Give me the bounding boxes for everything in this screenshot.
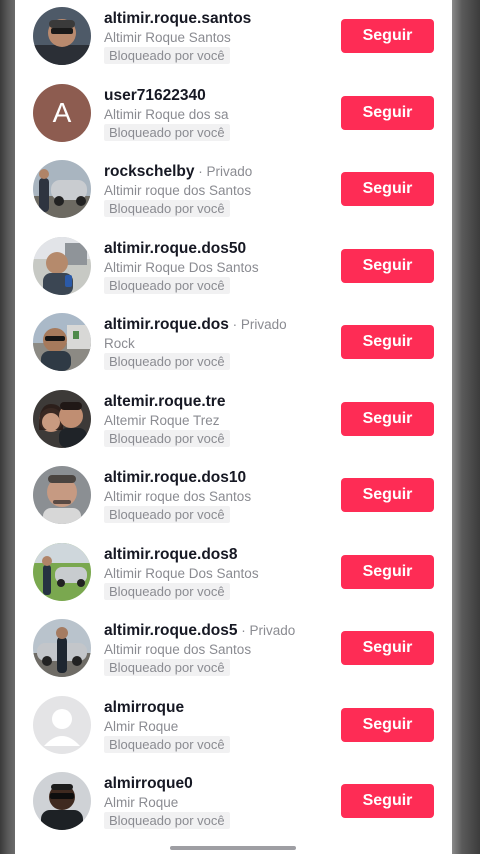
full-name: Altimir Roque dos sa	[104, 107, 229, 122]
follow-button[interactable]: Seguir	[341, 631, 434, 665]
blocked-badge: Bloqueado por você	[104, 583, 230, 600]
follow-button[interactable]: Seguir	[341, 96, 434, 130]
blocked-badge: Bloqueado por você	[104, 506, 230, 523]
username[interactable]: altimir.roque.dos5 · Privado	[104, 622, 295, 640]
avatar[interactable]	[33, 543, 91, 601]
follow-button[interactable]: Seguir	[341, 172, 434, 206]
username[interactable]: rockschelby · Privado	[104, 163, 252, 181]
list-item[interactable]: altimir.roque.dos · Privado Rock Bloquea…	[15, 305, 452, 381]
avatar[interactable]	[33, 619, 91, 677]
follow-button[interactable]: Seguir	[341, 478, 434, 512]
username[interactable]: altimir.roque.dos50	[104, 240, 246, 258]
username[interactable]: altimir.roque.dos8	[104, 546, 238, 564]
full-name: Altemir Roque Trez	[104, 413, 220, 428]
blocked-badge: Bloqueado por você	[104, 47, 230, 64]
default-person-icon	[33, 696, 91, 754]
blocked-badge: Bloqueado por você	[104, 200, 230, 217]
blocked-badge: Bloqueado por você	[104, 353, 230, 370]
avatar[interactable]	[33, 466, 91, 524]
list-item[interactable]: altimir.roque.dos5 · Privado Altimir roq…	[15, 611, 452, 687]
avatar[interactable]	[33, 7, 91, 65]
blocked-badge: Bloqueado por você	[104, 124, 230, 141]
avatar[interactable]	[33, 390, 91, 448]
avatar[interactable]	[33, 696, 91, 754]
avatar[interactable]	[33, 772, 91, 830]
username[interactable]: almirroque	[104, 699, 184, 717]
list-item[interactable]: A user71622340 Altimir Roque dos sa Bloq…	[15, 76, 452, 152]
list-item[interactable]: altimir.roque.santos Altimir Roque Santo…	[15, 0, 452, 75]
follow-button[interactable]: Seguir	[341, 249, 434, 283]
username[interactable]: altimir.roque.dos10	[104, 469, 246, 487]
follow-button[interactable]: Seguir	[341, 784, 434, 818]
full-name: Altimir roque dos Santos	[104, 642, 252, 657]
follow-button[interactable]: Seguir	[341, 708, 434, 742]
blocked-badge: Bloqueado por você	[104, 736, 230, 753]
follow-button[interactable]: Seguir	[341, 402, 434, 436]
full-name: Altimir roque dos Santos	[104, 489, 252, 504]
avatar[interactable]	[33, 313, 91, 371]
username[interactable]: almirroque0	[104, 775, 193, 793]
follow-button[interactable]: Seguir	[341, 19, 434, 53]
full-name: Almir Roque	[104, 719, 179, 734]
list-item[interactable]: almirroque0 Almir Roque Bloqueado por vo…	[15, 764, 452, 840]
home-indicator[interactable]	[170, 846, 296, 850]
blocked-badge: Bloqueado por você	[104, 430, 230, 447]
list-item[interactable]: rockschelby · Privado Altimir roque dos …	[15, 152, 452, 228]
avatar[interactable]: A	[33, 84, 91, 142]
blocked-badge: Bloqueado por você	[104, 812, 230, 829]
list-item[interactable]: altimir.roque.dos50 Altimir Roque Dos Sa…	[15, 229, 452, 305]
avatar[interactable]	[33, 237, 91, 295]
full-name: Altimir Roque Dos Santos	[104, 566, 259, 581]
full-name: Almir Roque	[104, 795, 179, 810]
username[interactable]: altimir.roque.santos	[104, 10, 251, 28]
blocked-accounts-list[interactable]: altimir.roque.santos Altimir Roque Santo…	[15, 0, 452, 854]
full-name: Altimir Roque Santos	[104, 30, 231, 45]
list-item[interactable]: altimir.roque.dos8 Altimir Roque Dos San…	[15, 535, 452, 611]
username[interactable]: user71622340	[104, 87, 206, 105]
blocked-badge: Bloqueado por você	[104, 277, 230, 294]
background-edge	[452, 0, 480, 854]
list-item[interactable]: almirroque Almir Roque Bloqueado por voc…	[15, 688, 452, 764]
list-item[interactable]: altemir.roque.tre Altemir Roque Trez Blo…	[15, 382, 452, 458]
follow-button[interactable]: Seguir	[341, 555, 434, 589]
full-name: Altimir roque dos Santos	[104, 183, 252, 198]
avatar[interactable]	[33, 160, 91, 218]
list-item[interactable]: altimir.roque.dos10 Altimir roque dos Sa…	[15, 458, 452, 534]
username[interactable]: altimir.roque.dos · Privado	[104, 316, 287, 334]
username[interactable]: altemir.roque.tre	[104, 393, 225, 411]
full-name: Altimir Roque Dos Santos	[104, 260, 259, 275]
follow-button[interactable]: Seguir	[341, 325, 434, 359]
full-name: Rock	[104, 336, 135, 351]
blocked-badge: Bloqueado por você	[104, 659, 230, 676]
